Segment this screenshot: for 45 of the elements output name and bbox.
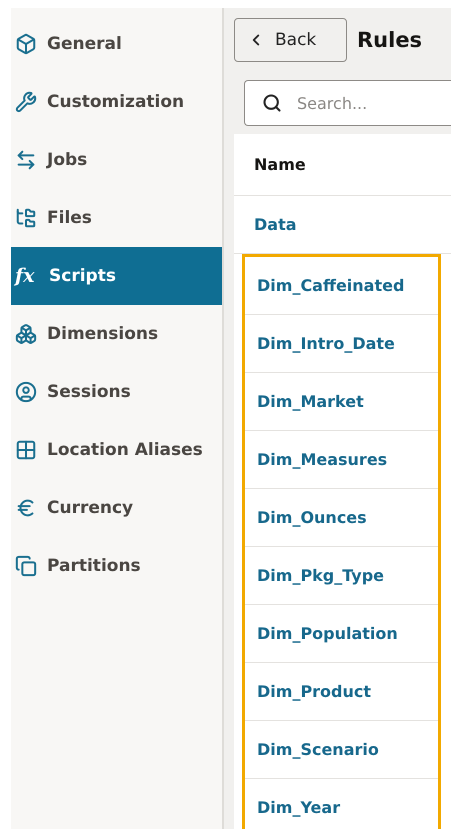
rule-link[interactable]: Dim_Market [257,392,364,411]
sidebar-label: General [47,34,122,54]
rule-link[interactable]: Dim_Measures [257,450,388,469]
rule-link[interactable]: Dim_Ounces [257,508,367,527]
search-icon [262,93,282,113]
arrows-icon [15,149,37,171]
sidebar-item[interactable]: Jobs [11,131,222,189]
folder-tree-icon [15,207,37,229]
sidebar-label: Scripts [49,266,116,286]
sidebar-label: Customization [47,92,184,112]
cube-icon [15,323,37,345]
column-header: Name [234,134,451,196]
sidebar-item[interactable]: General [11,15,222,73]
sidebar-label: Jobs [47,150,88,170]
rule-link[interactable]: Dim_Intro_Date [257,334,395,353]
sidebar-item[interactable]: Location Aliases [11,421,222,479]
sidebar-item[interactable]: Partitions [11,537,222,595]
page-title: Rules [357,28,422,52]
user-icon [15,381,37,403]
rule-link[interactable]: Dim_Pkg_Type [257,566,384,585]
rule-link[interactable]: Dim_Year [257,798,340,817]
back-button[interactable]: Back [234,18,347,62]
sidebar-item[interactable]: Customization [11,73,222,131]
sidebar-label: Files [47,208,92,228]
grid-icon [15,439,37,461]
sidebar-label: Currency [47,498,134,518]
rule-link[interactable]: Dim_Product [257,682,372,701]
stacked-windows-icon [15,555,37,577]
rule-link[interactable]: Dim_Caffeinated [257,276,404,295]
sidebar-label: Dimensions [47,324,158,344]
search-field[interactable]: Search... [244,80,451,126]
tools-icon [15,91,37,113]
rule-link[interactable]: Dim_Scenario [257,740,379,759]
function-icon: fx [15,265,39,287]
sidebar-item[interactable]: Currency [11,479,222,537]
box-icon [15,33,37,55]
rule-link[interactable]: Dim_Population [257,624,398,643]
sidebar-item[interactable]: Files [11,189,222,247]
sidebar-item[interactable]: fx Scripts [11,247,222,305]
sidebar-label: Partitions [47,556,141,576]
sidebar-item[interactable]: Sessions [11,363,222,421]
sidebar-item[interactable]: Dimensions [11,305,222,363]
rule-link[interactable]: Data [254,215,297,234]
sidebar-label: Sessions [47,382,131,402]
sidebar-label: Location Aliases [47,440,203,460]
